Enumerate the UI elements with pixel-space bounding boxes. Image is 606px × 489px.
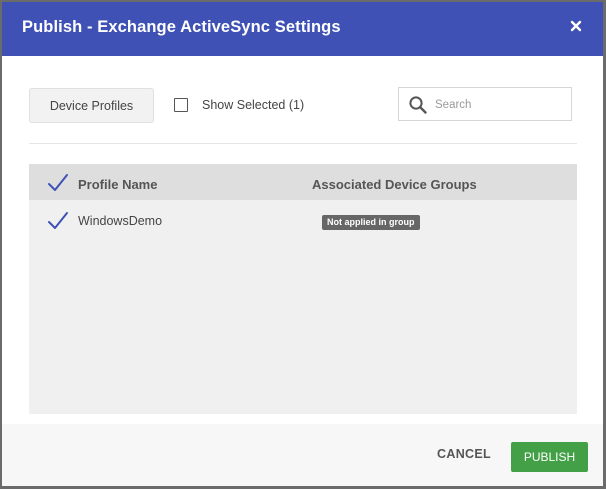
close-icon [570,20,582,32]
show-selected-toggle[interactable]: Show Selected (1) [174,96,304,114]
publish-dialog: Publish - Exchange ActiveSync Settings D… [2,2,603,486]
publish-button[interactable]: PUBLISH [511,442,588,472]
dialog-header: Publish - Exchange ActiveSync Settings [2,2,603,56]
show-selected-label: Show Selected (1) [202,98,305,112]
dialog-title: Publish - Exchange ActiveSync Settings [22,18,341,36]
search-icon [409,96,427,114]
profile-name-cell: WindowsDemo [78,214,163,228]
row-check-icon[interactable] [47,210,69,232]
column-header-device-groups[interactable]: Associated Device Groups [312,177,477,192]
close-button[interactable] [566,16,586,36]
search-input[interactable] [433,93,567,117]
dialog-footer: CANCEL PUBLISH [2,424,603,486]
status-badge: Not applied in group [322,215,420,230]
toolbar-divider [29,143,577,144]
profiles-table: Profile Name Associated Device Groups Wi… [29,164,577,414]
table-row[interactable]: WindowsDemo Not applied in group [29,200,577,240]
cancel-button[interactable]: CANCEL [429,447,499,467]
table-header: Profile Name Associated Device Groups [29,164,577,200]
select-all-check-icon[interactable] [47,172,69,194]
search-box[interactable] [398,87,572,121]
show-selected-checkbox[interactable] [174,98,188,112]
device-profiles-button[interactable]: Device Profiles [29,88,154,123]
column-header-profile-name[interactable]: Profile Name [78,177,157,192]
